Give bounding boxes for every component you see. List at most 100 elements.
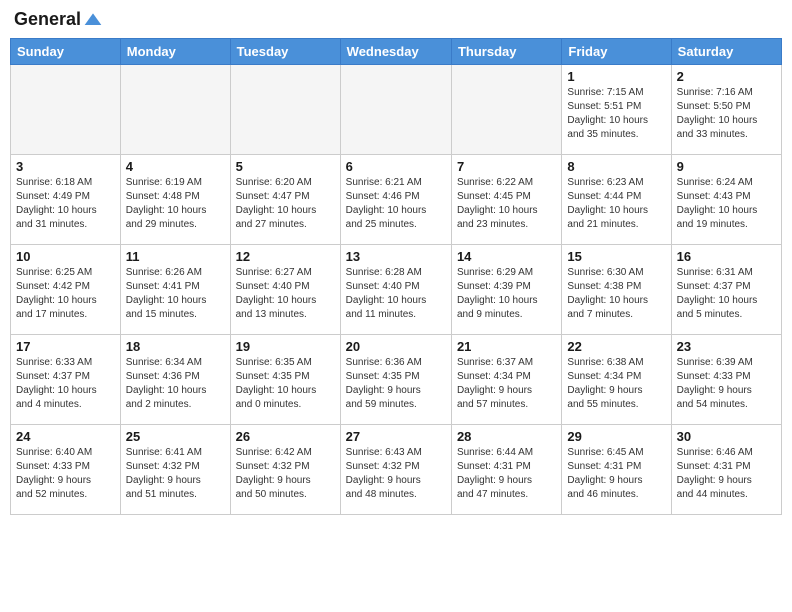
calendar-day-cell: 17 Sunrise: 6:33 AM Sunset: 4:37 PM Dayli… [11, 335, 121, 425]
calendar-header-row: SundayMondayTuesdayWednesdayThursdayFrid… [11, 39, 782, 65]
calendar-table: SundayMondayTuesdayWednesdayThursdayFrid… [10, 38, 782, 515]
day-info: Sunrise: 6:33 AM Sunset: 4:37 PM Dayligh… [16, 356, 115, 412]
calendar-day-cell: 20 Sunrise: 6:36 AM Sunset: 4:35 PM Dayli… [340, 335, 451, 425]
day-number: 20 [346, 339, 446, 354]
calendar-day-cell: 30 Sunrise: 6:46 AM Sunset: 4:31 PM Dayli… [671, 425, 781, 515]
calendar-day-cell: 26 Sunrise: 6:42 AM Sunset: 4:32 PM Dayli… [230, 425, 340, 515]
calendar-week-row: 17 Sunrise: 6:33 AM Sunset: 4:37 PM Dayli… [11, 335, 782, 425]
day-number: 28 [457, 429, 556, 444]
calendar-day-cell: 22 Sunrise: 6:38 AM Sunset: 4:34 PM Dayli… [562, 335, 671, 425]
day-info: Sunrise: 6:19 AM Sunset: 4:48 PM Dayligh… [126, 176, 225, 232]
logo-text: General [14, 10, 81, 30]
day-of-week-header: Tuesday [230, 39, 340, 65]
day-info: Sunrise: 6:40 AM Sunset: 4:33 PM Dayligh… [16, 446, 115, 502]
calendar-day-cell: 28 Sunrise: 6:44 AM Sunset: 4:31 PM Dayli… [451, 425, 561, 515]
day-info: Sunrise: 7:15 AM Sunset: 5:51 PM Dayligh… [567, 86, 665, 142]
calendar-day-cell: 29 Sunrise: 6:45 AM Sunset: 4:31 PM Dayli… [562, 425, 671, 515]
calendar-week-row: 24 Sunrise: 6:40 AM Sunset: 4:33 PM Dayli… [11, 425, 782, 515]
day-number: 19 [236, 339, 335, 354]
day-info: Sunrise: 6:24 AM Sunset: 4:43 PM Dayligh… [677, 176, 776, 232]
day-number: 1 [567, 69, 665, 84]
calendar-day-cell: 6Sunrise: 6:21 AM Sunset: 4:46 PM Daylig… [340, 155, 451, 245]
day-of-week-header: Monday [120, 39, 230, 65]
calendar-day-cell: 23Sunrise: 6:39 AM Sunset: 4:33 PM Dayli… [671, 335, 781, 425]
calendar-day-cell [451, 65, 561, 155]
day-info: Sunrise: 6:45 AM Sunset: 4:31 PM Dayligh… [567, 446, 665, 502]
calendar-day-cell: 8 Sunrise: 6:23 AM Sunset: 4:44 PM Daylig… [562, 155, 671, 245]
day-info: Sunrise: 6:31 AM Sunset: 4:37 PM Dayligh… [677, 266, 776, 322]
day-info: Sunrise: 6:35 AM Sunset: 4:35 PM Dayligh… [236, 356, 335, 412]
calendar-day-cell: 5Sunrise: 6:20 AM Sunset: 4:47 PM Daylig… [230, 155, 340, 245]
calendar-day-cell: 1 Sunrise: 7:15 AM Sunset: 5:51 PM Daylig… [562, 65, 671, 155]
day-number: 24 [16, 429, 115, 444]
calendar-day-cell: 14Sunrise: 6:29 AM Sunset: 4:39 PM Dayli… [451, 245, 561, 335]
day-number: 3 [16, 159, 115, 174]
calendar-day-cell [11, 65, 121, 155]
day-info: Sunrise: 6:22 AM Sunset: 4:45 PM Dayligh… [457, 176, 556, 232]
day-info: Sunrise: 6:42 AM Sunset: 4:32 PM Dayligh… [236, 446, 335, 502]
day-info: Sunrise: 6:28 AM Sunset: 4:40 PM Dayligh… [346, 266, 446, 322]
day-info: Sunrise: 7:16 AM Sunset: 5:50 PM Dayligh… [677, 86, 776, 142]
calendar-day-cell: 13 Sunrise: 6:28 AM Sunset: 4:40 PM Dayli… [340, 245, 451, 335]
calendar-week-row: 3 Sunrise: 6:18 AM Sunset: 4:49 PM Daylig… [11, 155, 782, 245]
calendar-day-cell [340, 65, 451, 155]
calendar-day-cell: 12Sunrise: 6:27 AM Sunset: 4:40 PM Dayli… [230, 245, 340, 335]
day-info: Sunrise: 6:46 AM Sunset: 4:31 PM Dayligh… [677, 446, 776, 502]
day-info: Sunrise: 6:18 AM Sunset: 4:49 PM Dayligh… [16, 176, 115, 232]
day-number: 11 [126, 249, 225, 264]
day-number: 22 [567, 339, 665, 354]
calendar-day-cell: 11 Sunrise: 6:26 AM Sunset: 4:41 PM Dayli… [120, 245, 230, 335]
day-number: 16 [677, 249, 776, 264]
day-number: 26 [236, 429, 335, 444]
calendar-day-cell: 10 Sunrise: 6:25 AM Sunset: 4:42 PM Dayli… [11, 245, 121, 335]
day-number: 29 [567, 429, 665, 444]
day-number: 30 [677, 429, 776, 444]
day-number: 9 [677, 159, 776, 174]
calendar-day-cell: 15Sunrise: 6:30 AM Sunset: 4:38 PM Dayli… [562, 245, 671, 335]
day-number: 4 [126, 159, 225, 174]
day-number: 5 [236, 159, 335, 174]
day-of-week-header: Saturday [671, 39, 781, 65]
calendar-day-cell: 21 Sunrise: 6:37 AM Sunset: 4:34 PM Dayli… [451, 335, 561, 425]
calendar-day-cell: 3 Sunrise: 6:18 AM Sunset: 4:49 PM Daylig… [11, 155, 121, 245]
page-header: General [10, 10, 782, 30]
day-number: 17 [16, 339, 115, 354]
day-info: Sunrise: 6:43 AM Sunset: 4:32 PM Dayligh… [346, 446, 446, 502]
day-of-week-header: Friday [562, 39, 671, 65]
calendar-day-cell [230, 65, 340, 155]
calendar-week-row: 1 Sunrise: 7:15 AM Sunset: 5:51 PM Daylig… [11, 65, 782, 155]
day-number: 7 [457, 159, 556, 174]
day-info: Sunrise: 6:44 AM Sunset: 4:31 PM Dayligh… [457, 446, 556, 502]
day-number: 14 [457, 249, 556, 264]
day-number: 13 [346, 249, 446, 264]
calendar-day-cell: 24 Sunrise: 6:40 AM Sunset: 4:33 PM Dayli… [11, 425, 121, 515]
day-of-week-header: Thursday [451, 39, 561, 65]
day-number: 8 [567, 159, 665, 174]
calendar-day-cell: 16 Sunrise: 6:31 AM Sunset: 4:37 PM Dayli… [671, 245, 781, 335]
day-info: Sunrise: 6:34 AM Sunset: 4:36 PM Dayligh… [126, 356, 225, 412]
calendar-day-cell: 25Sunrise: 6:41 AM Sunset: 4:32 PM Dayli… [120, 425, 230, 515]
day-number: 2 [677, 69, 776, 84]
calendar-day-cell: 9 Sunrise: 6:24 AM Sunset: 4:43 PM Daylig… [671, 155, 781, 245]
day-info: Sunrise: 6:38 AM Sunset: 4:34 PM Dayligh… [567, 356, 665, 412]
day-of-week-header: Wednesday [340, 39, 451, 65]
calendar-day-cell [120, 65, 230, 155]
day-info: Sunrise: 6:27 AM Sunset: 4:40 PM Dayligh… [236, 266, 335, 322]
calendar-day-cell: 19 Sunrise: 6:35 AM Sunset: 4:35 PM Dayli… [230, 335, 340, 425]
day-of-week-header: Sunday [11, 39, 121, 65]
day-number: 18 [126, 339, 225, 354]
day-info: Sunrise: 6:37 AM Sunset: 4:34 PM Dayligh… [457, 356, 556, 412]
logo-icon [83, 10, 103, 30]
day-number: 21 [457, 339, 556, 354]
day-number: 25 [126, 429, 225, 444]
day-info: Sunrise: 6:30 AM Sunset: 4:38 PM Dayligh… [567, 266, 665, 322]
day-info: Sunrise: 6:23 AM Sunset: 4:44 PM Dayligh… [567, 176, 665, 232]
day-info: Sunrise: 6:25 AM Sunset: 4:42 PM Dayligh… [16, 266, 115, 322]
day-info: Sunrise: 6:36 AM Sunset: 4:35 PM Dayligh… [346, 356, 446, 412]
calendar-day-cell: 4 Sunrise: 6:19 AM Sunset: 4:48 PM Daylig… [120, 155, 230, 245]
day-info: Sunrise: 6:26 AM Sunset: 4:41 PM Dayligh… [126, 266, 225, 322]
calendar-day-cell: 18 Sunrise: 6:34 AM Sunset: 4:36 PM Dayli… [120, 335, 230, 425]
day-number: 27 [346, 429, 446, 444]
calendar-day-cell: 2 Sunrise: 7:16 AM Sunset: 5:50 PM Daylig… [671, 65, 781, 155]
day-number: 10 [16, 249, 115, 264]
